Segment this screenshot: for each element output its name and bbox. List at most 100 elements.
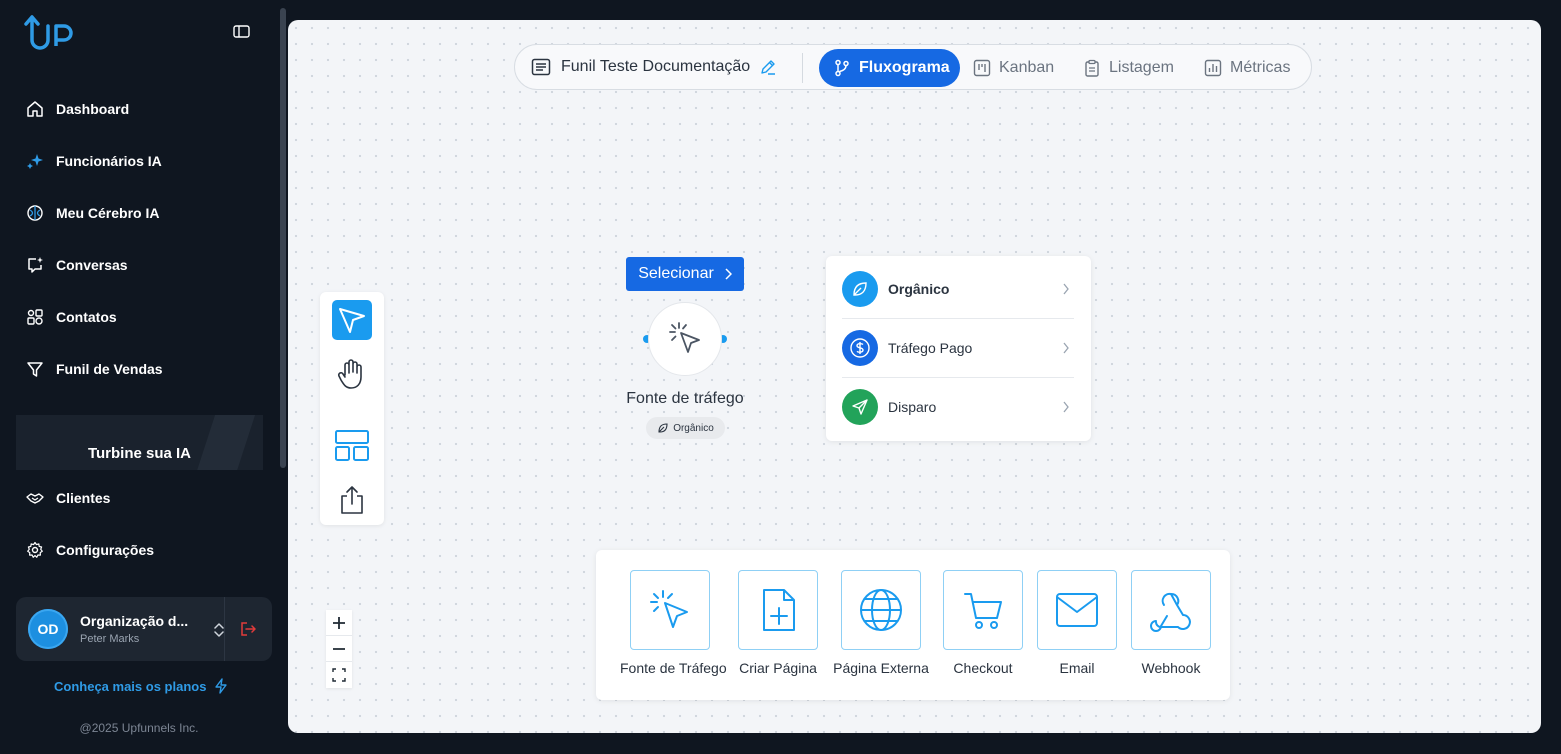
palette-item-email[interactable]: Email — [1027, 570, 1127, 676]
tab-fluxograma[interactable]: Fluxograma — [819, 49, 960, 87]
sidebar-item-label: Funcionários IA — [56, 153, 162, 169]
toolbar-divider — [802, 53, 803, 83]
kanban-icon — [973, 59, 991, 77]
org-card-divider — [224, 597, 225, 661]
contacts-icon — [27, 309, 43, 325]
leaf-icon — [658, 423, 668, 433]
chevron-right-icon — [725, 268, 732, 280]
option-icon — [842, 271, 878, 307]
leaf-icon — [853, 282, 867, 296]
lightning-icon — [215, 678, 228, 694]
sidebar-item-contatos[interactable]: Contatos — [26, 305, 117, 329]
sidebar-item-dashboard[interactable]: Dashboard — [26, 97, 129, 121]
pointer-icon — [339, 308, 365, 333]
option-icon — [842, 330, 878, 366]
promo-text: Turbine sua IA — [87, 445, 192, 462]
mail-icon — [1056, 593, 1098, 627]
export-tool-button[interactable] — [332, 480, 372, 520]
document-icon — [531, 58, 551, 76]
sidebar-item-funil-de-vendas[interactable]: Funil de Vendas — [26, 357, 163, 381]
select-tool-button[interactable] — [332, 300, 372, 340]
sidebar-item-configuracoes[interactable]: Configurações — [26, 538, 154, 562]
funnel-title[interactable]: Funil Teste Documentação — [531, 58, 776, 76]
palette-item-criar-pagina[interactable]: Criar Página — [728, 570, 828, 676]
palette-item-box — [1131, 570, 1211, 650]
tab-metricas[interactable]: Métricas — [1204, 49, 1290, 87]
sparkles-icon — [27, 154, 43, 169]
scrollbar-thumb[interactable] — [280, 8, 286, 468]
sidebar-item-funcionarios-ia[interactable]: Funcionários IA — [26, 149, 162, 173]
organization-switcher[interactable]: OD Organização d... Peter Marks — [16, 597, 272, 661]
traffic-source-options: Orgânico Tráfego Pago Disparo — [826, 256, 1091, 441]
tab-label: Kanban — [999, 59, 1055, 76]
funnel-name: Funil Teste Documentação — [561, 58, 751, 75]
file-plus-icon — [763, 589, 795, 631]
logout-icon[interactable] — [239, 620, 257, 638]
sidebar-item-label: Conversas — [56, 257, 128, 273]
option-disparo[interactable]: Disparo — [842, 378, 1074, 436]
palette-item-box — [943, 570, 1023, 650]
brand-logo[interactable] — [24, 14, 84, 54]
palette-item-fonte-de-trafego[interactable]: Fonte de Tráfego — [620, 570, 727, 676]
up-logo-icon — [24, 15, 73, 50]
palette-item-checkout[interactable]: Checkout — [933, 570, 1033, 676]
node-palette: Fonte de Tráfego Criar Página Página Ext… — [596, 550, 1230, 700]
brain-icon — [27, 205, 43, 221]
sidebar-item-meu-cerebro-ia[interactable]: Meu Cérebro IA — [26, 201, 159, 225]
sidebar-toggle-icon — [233, 25, 250, 38]
sidebar-collapse-button[interactable] — [232, 24, 252, 40]
palette-item-box — [841, 570, 921, 650]
webhook-icon — [1150, 592, 1191, 632]
palette-item-webhook[interactable]: Webhook — [1121, 570, 1221, 676]
option-trafego-pago[interactable]: Tráfego Pago — [842, 319, 1074, 377]
sidebar-item-conversas[interactable]: Conversas — [26, 253, 128, 277]
plans-link-label: Conheça mais os planos — [54, 678, 207, 694]
sidebar-scrollbar[interactable] — [278, 0, 288, 754]
option-organico[interactable]: Orgânico — [842, 260, 1074, 318]
avatar: OD — [28, 609, 68, 649]
funnel-toolbar: Funil Teste Documentação Fluxograma Kanb… — [514, 44, 1312, 90]
node-badge-label: Orgânico — [673, 422, 714, 434]
promo-banner[interactable]: Turbine sua IA — [16, 415, 263, 470]
flow-canvas[interactable]: Funil Teste Documentação Fluxograma Kanb… — [288, 20, 1541, 733]
palette-item-label: Checkout — [953, 660, 1013, 676]
plans-link[interactable]: Conheça mais os planos — [54, 678, 228, 694]
tab-listagem[interactable]: Listagem — [1083, 49, 1174, 87]
palette-item-box — [1037, 570, 1117, 650]
palette-item-pagina-externa[interactable]: Página Externa — [831, 570, 931, 676]
hand-icon — [337, 359, 362, 389]
tab-label: Fluxograma — [859, 59, 950, 76]
option-label: Orgânico — [888, 281, 950, 297]
org-name: Organização d... — [80, 613, 189, 629]
select-node-type-button[interactable]: Selecionar — [626, 257, 744, 291]
sidebar-item-label: Dashboard — [56, 101, 130, 117]
chevron-right-icon — [1063, 401, 1069, 413]
layout-tool-button[interactable] — [332, 426, 372, 466]
palette-item-label: Email — [1059, 660, 1095, 676]
sidebar-item-label: Configurações — [56, 542, 155, 558]
fit-view-button[interactable] — [326, 662, 352, 688]
sidebar-item-label: Contatos — [56, 309, 117, 325]
tab-kanban[interactable]: Kanban — [973, 49, 1054, 87]
palette-item-label: Fonte de Tráfego — [620, 660, 727, 676]
cart-icon — [964, 593, 1002, 629]
sidebar: Dashboard Funcionários IA Meu Cérebro IA… — [0, 0, 278, 754]
pencil-icon[interactable] — [760, 59, 776, 75]
send-icon — [852, 399, 868, 415]
gear-icon — [27, 541, 43, 558]
palette-item-label: Webhook — [1141, 660, 1201, 676]
zoom-in-button[interactable] — [326, 610, 352, 636]
traffic-source-node[interactable] — [648, 302, 722, 376]
select-button-label: Selecionar — [638, 265, 714, 282]
pan-tool-button[interactable] — [332, 354, 372, 394]
sidebar-item-label: Meu Cérebro IA — [56, 205, 160, 221]
sidebar-item-clientes[interactable]: Clientes — [26, 486, 110, 510]
git-branch-icon — [835, 59, 849, 77]
tab-label: Listagem — [1109, 59, 1174, 76]
zoom-out-button[interactable] — [326, 636, 352, 662]
minus-icon — [333, 647, 345, 650]
node-label: Fonte de tráfego — [626, 390, 744, 407]
option-label: Tráfego Pago — [888, 340, 973, 356]
bar-chart-icon — [1204, 59, 1222, 77]
palette-item-box — [738, 570, 818, 650]
